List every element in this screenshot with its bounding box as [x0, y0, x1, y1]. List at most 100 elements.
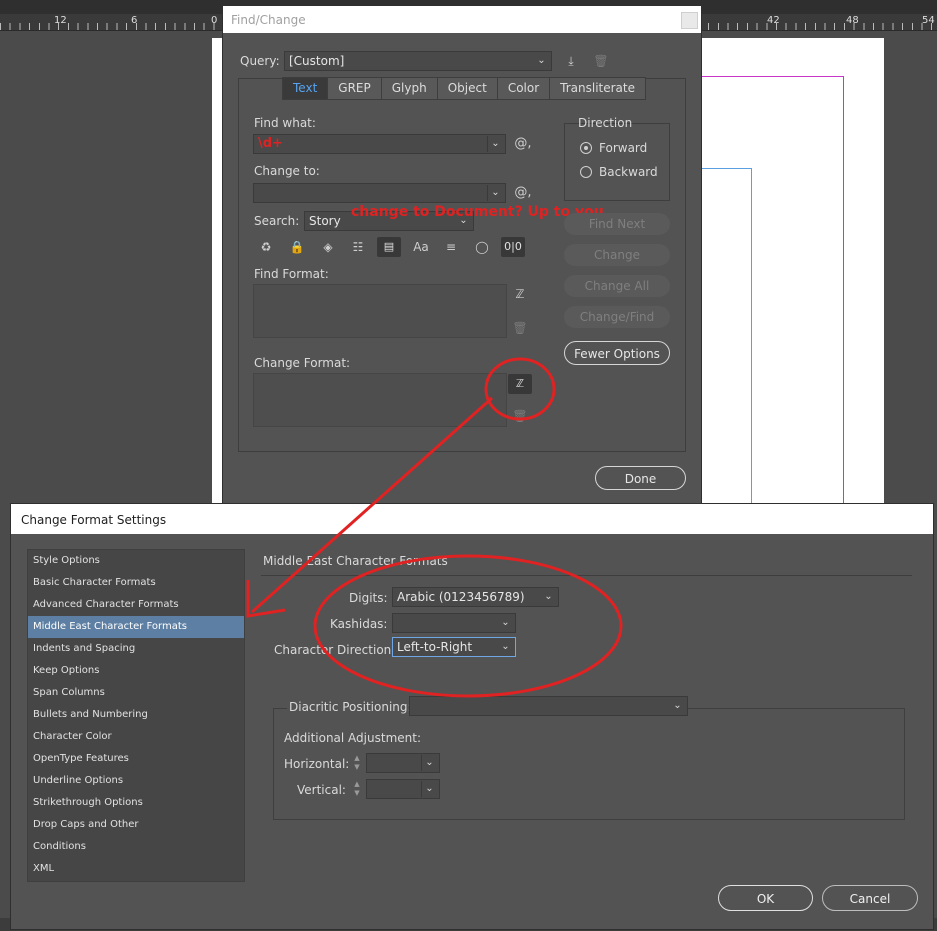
- tab-object[interactable]: Object: [438, 78, 498, 99]
- chevron-down-icon: ⌄: [421, 781, 437, 797]
- additional-adjustment-label: Additional Adjustment:: [284, 731, 421, 745]
- ruler-label: 12: [54, 15, 67, 26]
- category-item[interactable]: Indents and Spacing: [28, 638, 244, 660]
- fewer-options-button[interactable]: Fewer Options: [564, 341, 670, 365]
- vertical-stepper[interactable]: ▲ ▼: [351, 780, 363, 798]
- change-format-settings-dialog: Change Format Settings Style Options Bas…: [10, 503, 934, 930]
- query-dropdown[interactable]: [Custom] ⌄: [284, 51, 552, 71]
- dialog-titlebar: Find/Change: [223, 6, 701, 33]
- whole-word-icon[interactable]: ≡: [441, 237, 461, 257]
- done-button[interactable]: Done: [595, 466, 686, 490]
- category-item[interactable]: OpenType Features: [28, 748, 244, 770]
- ruler-label: 0: [211, 15, 218, 26]
- horizontal-input[interactable]: ⌄: [366, 753, 440, 773]
- change-to-input[interactable]: ⌄: [253, 183, 506, 203]
- save-query-icon[interactable]: ⤓: [561, 51, 581, 71]
- diacritic-positioning-dropdown[interactable]: ⌄: [409, 696, 688, 716]
- category-item-selected[interactable]: Middle East Character Formats: [28, 616, 244, 638]
- tab-transliterate[interactable]: Transliterate: [550, 78, 645, 99]
- chevron-down-icon: ⌄: [501, 617, 510, 628]
- backward-label: Backward: [599, 165, 658, 179]
- direction-group: [564, 123, 670, 201]
- category-item[interactable]: Strikethrough Options: [28, 792, 244, 814]
- chevron-down-icon: ⌄: [421, 755, 437, 771]
- special-characters-icon[interactable]: @,: [513, 183, 533, 203]
- trash-icon[interactable]: 🗑: [510, 318, 530, 338]
- close-icon[interactable]: [681, 12, 698, 29]
- ok-button[interactable]: OK: [718, 885, 813, 911]
- diacritic-positioning-label: Diacritic Positioning:: [287, 700, 414, 714]
- find-what-label: Find what:: [254, 116, 316, 130]
- change-button[interactable]: Change: [564, 244, 670, 266]
- category-item[interactable]: Drop Caps and Other: [28, 814, 244, 836]
- cancel-button[interactable]: Cancel: [822, 885, 918, 911]
- tab-color[interactable]: Color: [498, 78, 551, 99]
- category-list: Style Options Basic Character Formats Ad…: [27, 549, 245, 882]
- kashidas-label: Kashidas:: [330, 617, 388, 631]
- digits-dropdown[interactable]: Arabic (0123456789) ⌄: [392, 587, 559, 607]
- ruler-label: 48: [846, 15, 859, 26]
- category-item[interactable]: Bullets and Numbering: [28, 704, 244, 726]
- include-locked-stories-icon[interactable]: 🔒: [287, 237, 307, 257]
- query-label: Query:: [240, 54, 280, 68]
- character-direction-label: Character Direction:: [274, 643, 396, 657]
- include-locked-layers-icon[interactable]: ♻: [256, 237, 276, 257]
- chevron-down-icon: ⌄: [501, 641, 510, 652]
- category-item[interactable]: Keep Options: [28, 660, 244, 682]
- section-divider: [261, 575, 912, 576]
- find-format-box[interactable]: [253, 284, 507, 338]
- ruler-label: 54: [922, 15, 935, 26]
- category-item[interactable]: Character Color: [28, 726, 244, 748]
- chevron-down-icon: ⌄: [487, 136, 503, 152]
- trash-icon[interactable]: 🗑: [591, 51, 611, 71]
- category-item[interactable]: Advanced Character Formats: [28, 594, 244, 616]
- query-value: [Custom]: [289, 54, 345, 68]
- specify-find-format-icon[interactable]: ℤ: [510, 284, 530, 304]
- full-half-width-icon[interactable]: 0|0: [501, 237, 525, 257]
- case-sensitive-icon[interactable]: Aa: [411, 237, 431, 257]
- change-all-button[interactable]: Change All: [564, 275, 670, 297]
- ruler-label: 42: [767, 15, 780, 26]
- horizontal-stepper[interactable]: ▲ ▼: [351, 754, 363, 772]
- forward-radio[interactable]: [580, 142, 592, 154]
- character-direction-value: Left-to-Right: [397, 640, 473, 654]
- chevron-down-icon: ⌄: [673, 700, 682, 711]
- change-format-label: Change Format:: [254, 356, 351, 370]
- tab-bar: Text GREP Glyph Object Color Translitera…: [282, 77, 646, 100]
- forward-label: Forward: [599, 141, 648, 155]
- category-item[interactable]: Conditions: [28, 836, 244, 858]
- direction-label: Direction: [578, 116, 633, 130]
- vertical-label: Vertical:: [297, 783, 346, 797]
- chevron-down-icon: ⌄: [537, 55, 546, 66]
- category-item[interactable]: Basic Character Formats: [28, 572, 244, 594]
- category-item[interactable]: Span Columns: [28, 682, 244, 704]
- ruler-label: 6: [131, 15, 138, 26]
- change-format-box[interactable]: [253, 373, 507, 427]
- include-master-pages-icon[interactable]: ☷: [348, 237, 368, 257]
- category-item[interactable]: Style Options: [28, 550, 244, 572]
- character-direction-dropdown[interactable]: Left-to-Right ⌄: [392, 637, 516, 657]
- dialog-title: Find/Change: [231, 13, 306, 27]
- backward-radio[interactable]: [580, 166, 592, 178]
- trash-icon[interactable]: 🗑: [510, 406, 530, 426]
- kana-sensitive-icon[interactable]: ◯: [472, 237, 492, 257]
- vertical-input[interactable]: ⌄: [366, 779, 440, 799]
- include-hidden-layers-icon[interactable]: ◈: [318, 237, 338, 257]
- tab-grep[interactable]: GREP: [328, 78, 382, 99]
- find-what-input[interactable]: \d+ ⌄: [253, 134, 506, 154]
- specify-change-format-icon[interactable]: ℤ: [508, 374, 532, 394]
- category-item[interactable]: Underline Options: [28, 770, 244, 792]
- chevron-down-icon: ⌄: [487, 185, 503, 201]
- chevron-down-icon: ⌄: [544, 591, 553, 602]
- special-characters-icon[interactable]: @,: [513, 134, 533, 154]
- kashidas-dropdown[interactable]: ⌄: [392, 613, 516, 633]
- tab-text[interactable]: Text: [283, 78, 329, 99]
- find-next-button[interactable]: Find Next: [564, 213, 670, 235]
- search-scope-value: Story: [309, 214, 341, 228]
- include-footnotes-icon[interactable]: ▤: [377, 237, 401, 257]
- horizontal-label: Horizontal:: [284, 757, 350, 771]
- category-item[interactable]: XML: [28, 858, 244, 880]
- change-find-button[interactable]: Change/Find: [564, 306, 670, 328]
- find-format-label: Find Format:: [254, 267, 329, 281]
- tab-glyph[interactable]: Glyph: [382, 78, 438, 99]
